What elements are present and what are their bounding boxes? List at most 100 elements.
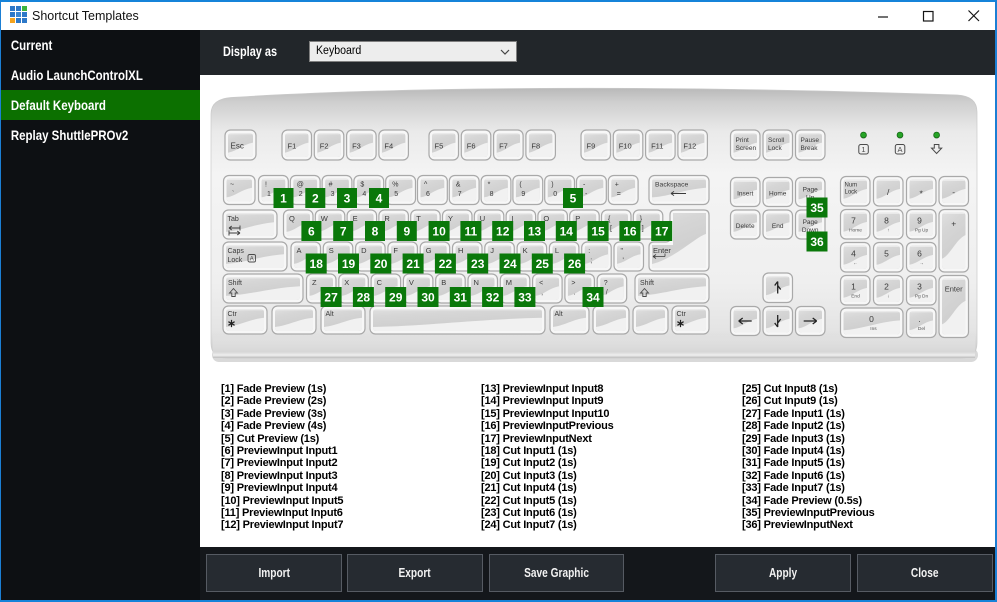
svg-text:1: 1 <box>861 145 865 154</box>
svg-text:]: ] <box>642 226 644 233</box>
svg-text:1: 1 <box>280 192 287 206</box>
svg-text:F2: F2 <box>320 142 329 151</box>
svg-text:0: 0 <box>553 191 557 198</box>
svg-text:F5: F5 <box>435 142 444 151</box>
svg-text:23: 23 <box>471 257 485 271</box>
svg-text:Alt: Alt <box>555 311 563 318</box>
svg-text:Ctr: Ctr <box>228 311 238 318</box>
svg-text:+: + <box>951 219 956 229</box>
svg-text:9: 9 <box>521 191 525 198</box>
svg-text:C: C <box>377 278 383 287</box>
svg-text:Page: Page <box>803 187 819 194</box>
svg-text:E: E <box>353 214 358 223</box>
svg-text:End: End <box>772 223 784 230</box>
svg-text:31: 31 <box>454 291 468 305</box>
svg-text:14: 14 <box>560 225 574 239</box>
svg-text:6: 6 <box>426 191 430 198</box>
svg-text:Lock: Lock <box>768 145 782 152</box>
svg-text:Home: Home <box>769 191 787 198</box>
svg-text:13: 13 <box>528 225 542 239</box>
svg-text::: : <box>588 248 590 255</box>
svg-text:;: ; <box>590 258 592 265</box>
svg-text:↓: ↓ <box>887 295 889 300</box>
svg-text:30: 30 <box>421 291 435 305</box>
svg-text:Del: Del <box>918 326 925 332</box>
svg-text:↑: ↑ <box>887 229 889 234</box>
svg-text:<: < <box>539 280 543 287</box>
svg-text:21: 21 <box>406 257 420 271</box>
svg-text:1: 1 <box>267 191 271 198</box>
svg-text:L: L <box>555 246 559 255</box>
svg-text:Scroll: Scroll <box>768 137 785 144</box>
svg-text:A: A <box>250 257 254 263</box>
svg-text:Enter: Enter <box>653 246 671 255</box>
svg-text:F9: F9 <box>587 142 596 151</box>
svg-text:16: 16 <box>623 225 637 239</box>
svg-text:26: 26 <box>568 257 582 271</box>
svg-text:F7: F7 <box>499 142 508 151</box>
svg-text:~: ~ <box>230 182 234 189</box>
svg-text:33: 33 <box>518 291 532 305</box>
svg-text:=: = <box>617 191 621 198</box>
svg-text:N: N <box>474 278 479 287</box>
svg-text:V: V <box>409 278 414 287</box>
svg-text:5: 5 <box>570 192 577 206</box>
svg-text:7: 7 <box>458 191 462 198</box>
svg-text:F8: F8 <box>531 142 540 151</box>
svg-text:A: A <box>897 145 902 154</box>
svg-text:#: # <box>329 182 333 189</box>
svg-text:D: D <box>361 246 367 255</box>
svg-text:28: 28 <box>357 291 371 305</box>
svg-text:Backspace: Backspace <box>655 182 688 189</box>
svg-text:36: 36 <box>810 235 824 249</box>
svg-text:→: → <box>919 262 924 267</box>
svg-text:9: 9 <box>403 225 410 239</box>
svg-text:R: R <box>384 214 390 223</box>
svg-text:J: J <box>490 246 494 255</box>
svg-text:X: X <box>344 278 349 287</box>
svg-text:4: 4 <box>376 192 383 206</box>
svg-text:): ) <box>551 182 553 189</box>
svg-text:$: $ <box>360 182 364 189</box>
svg-text:3: 3 <box>344 192 351 206</box>
svg-text:K: K <box>523 246 528 255</box>
svg-text:6: 6 <box>917 249 922 259</box>
svg-text:12: 12 <box>496 225 510 239</box>
svg-text:8: 8 <box>490 191 494 198</box>
svg-text:Pg Up: Pg Up <box>915 228 929 234</box>
svg-text:19: 19 <box>342 257 356 271</box>
svg-text:F4: F4 <box>384 142 393 151</box>
svg-text:Print: Print <box>736 137 750 144</box>
svg-text:8: 8 <box>372 225 379 239</box>
svg-text:F11: F11 <box>651 142 663 151</box>
svg-text:A: A <box>297 246 302 255</box>
svg-text:25: 25 <box>536 257 550 271</box>
svg-text:18: 18 <box>310 257 324 271</box>
svg-text:Delete: Delete <box>736 223 755 230</box>
svg-text:Caps: Caps <box>228 248 245 255</box>
svg-text:F3: F3 <box>352 142 361 151</box>
svg-text:35: 35 <box>810 201 824 215</box>
svg-text:32: 32 <box>486 291 500 305</box>
svg-text:Shift: Shift <box>228 280 242 287</box>
svg-text:W: W <box>321 214 329 223</box>
svg-text:G: G <box>426 246 432 255</box>
svg-text:+: + <box>615 182 619 189</box>
svg-text:?: ? <box>604 280 608 287</box>
svg-text:%: % <box>392 182 398 189</box>
svg-text:`: ` <box>232 191 234 198</box>
svg-text:Pause: Pause <box>801 137 820 144</box>
svg-text:/: / <box>606 290 608 297</box>
svg-text:Enter: Enter <box>945 285 963 294</box>
svg-text:Ctr: Ctr <box>677 311 687 318</box>
svg-text:3: 3 <box>917 282 922 292</box>
svg-text:Lock: Lock <box>845 190 859 196</box>
svg-text:15: 15 <box>591 225 605 239</box>
svg-text:[: [ <box>610 226 612 233</box>
svg-text:Tab: Tab <box>228 216 239 223</box>
svg-text:10: 10 <box>432 225 446 239</box>
svg-text:B: B <box>441 278 446 287</box>
svg-text:F: F <box>393 246 398 255</box>
svg-text:5: 5 <box>884 249 889 259</box>
svg-text:←: ← <box>853 262 858 267</box>
